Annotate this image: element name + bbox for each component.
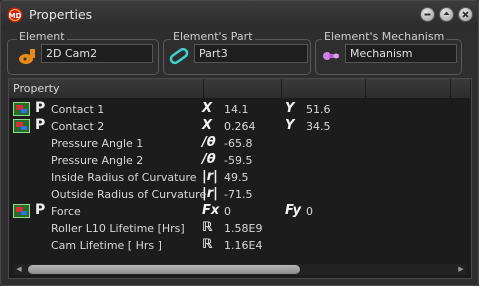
- table-row[interactable]: Outside Radius of Curvature |r| -71.5: [9, 186, 469, 203]
- column-header[interactable]: [451, 79, 471, 99]
- property-value: 0: [306, 205, 313, 218]
- mechanism-icon: [323, 52, 339, 60]
- element-group-label: Element: [17, 30, 67, 43]
- load-icon: [13, 102, 30, 116]
- property-table: Property P Contact 1 X 14.1 Y 51.6 P Contact 2 X…: [8, 78, 472, 279]
- table-row[interactable]: P Contact 2 X 0.264 Y 34.5: [9, 117, 469, 135]
- minimize-icon: [424, 13, 431, 16]
- property-p-icon: P: [35, 202, 46, 218]
- scroll-left-icon[interactable]: ◀: [14, 264, 24, 275]
- property-value: 14.1: [224, 103, 249, 116]
- mechanism-field[interactable]: Mechanism: [345, 44, 457, 63]
- property-value: 1.58E9: [224, 222, 263, 235]
- property-value: 34.5: [306, 120, 331, 133]
- scroll-right-icon[interactable]: ▶: [456, 264, 466, 275]
- load-icon: [13, 119, 30, 133]
- property-label: Contact 1: [51, 103, 105, 116]
- column-header[interactable]: [366, 79, 451, 99]
- property-label: Cam Lifetime [ Hrs ]: [51, 239, 162, 252]
- property-label: Pressure Angle 2: [51, 154, 144, 167]
- table-row[interactable]: Roller L10 Lifetime [Hrs] ℝ 1.58E9: [9, 220, 469, 237]
- property-value: -71.5: [224, 188, 253, 201]
- symbol-icon: |r|: [202, 169, 218, 184]
- link-part-icon: [169, 47, 189, 65]
- maximize-button[interactable]: [439, 7, 454, 22]
- property-label: Pressure Angle 1: [51, 137, 144, 150]
- element-field[interactable]: 2D Cam2: [41, 44, 153, 63]
- symbol-icon: /θ: [202, 135, 216, 150]
- horizontal-scrollbar[interactable]: ◀ ▶: [14, 264, 466, 275]
- close-button[interactable]: [458, 7, 473, 22]
- column-header-property[interactable]: Property: [9, 79, 204, 99]
- property-value: 0: [224, 205, 231, 218]
- scrollbar-thumb[interactable]: [28, 265, 300, 274]
- property-label: Roller L10 Lifetime [Hrs]: [51, 222, 185, 235]
- table-row[interactable]: P Force Fx 0 Fy 0: [9, 202, 469, 220]
- load-icon: [13, 204, 30, 218]
- property-value: -59.5: [224, 154, 253, 167]
- svg-text:MD: MD: [9, 12, 22, 20]
- symbol-icon: Fx: [202, 203, 220, 218]
- column-header[interactable]: [282, 79, 366, 99]
- cam-element-icon: [19, 49, 35, 64]
- property-label: Contact 2: [51, 120, 105, 133]
- table-row[interactable]: Pressure Angle 1/θ -65.8: [9, 135, 469, 152]
- window-title: Properties: [29, 7, 93, 22]
- property-value: 1.16E4: [224, 239, 263, 252]
- property-p-icon: P: [35, 100, 46, 116]
- minimize-button[interactable]: [420, 7, 435, 22]
- column-header[interactable]: [204, 79, 282, 99]
- property-value: 0.264: [224, 120, 256, 133]
- maximize-icon: [443, 11, 450, 15]
- symbol-icon: Fy: [285, 203, 302, 218]
- symbol-icon: Y: [285, 101, 295, 116]
- property-label: Inside Radius of Curvature: [51, 171, 197, 184]
- table-row[interactable]: Cam Lifetime [ Hrs ] ℝ 1.16E4: [9, 237, 469, 254]
- property-label: Force: [51, 205, 81, 218]
- table-row[interactable]: Pressure Angle 2/θ -59.5: [9, 152, 469, 169]
- table-row[interactable]: Inside Radius of Curvature |r| 49.5: [9, 169, 469, 186]
- symbol-icon: X: [202, 101, 213, 116]
- mechanism-group-label: Element's Mechanism: [322, 30, 447, 43]
- symbol-icon: |r|: [202, 186, 218, 201]
- property-p-icon: P: [35, 117, 46, 133]
- property-value: 51.6: [306, 103, 331, 116]
- properties-window: MD Properties Element 2D Cam2 Element's …: [0, 0, 479, 286]
- table-row[interactable]: P Contact 1 X 14.1 Y 51.6: [9, 100, 469, 118]
- symbol-icon: /θ: [202, 152, 216, 167]
- close-icon: [462, 11, 469, 18]
- symbol-icon: ℝ: [202, 220, 213, 235]
- property-value: -65.8: [224, 137, 253, 150]
- symbol-icon: Y: [285, 118, 295, 133]
- title-bar[interactable]: MD Properties: [1, 1, 478, 29]
- symbol-icon: ℝ: [202, 237, 213, 252]
- symbol-icon: X: [202, 118, 213, 133]
- part-group-label: Element's Part: [171, 30, 255, 43]
- property-value: 49.5: [224, 171, 249, 184]
- part-field[interactable]: Part3: [194, 44, 308, 63]
- property-label: Outside Radius of Curvature: [51, 188, 207, 201]
- app-logo-icon: MD: [7, 7, 23, 23]
